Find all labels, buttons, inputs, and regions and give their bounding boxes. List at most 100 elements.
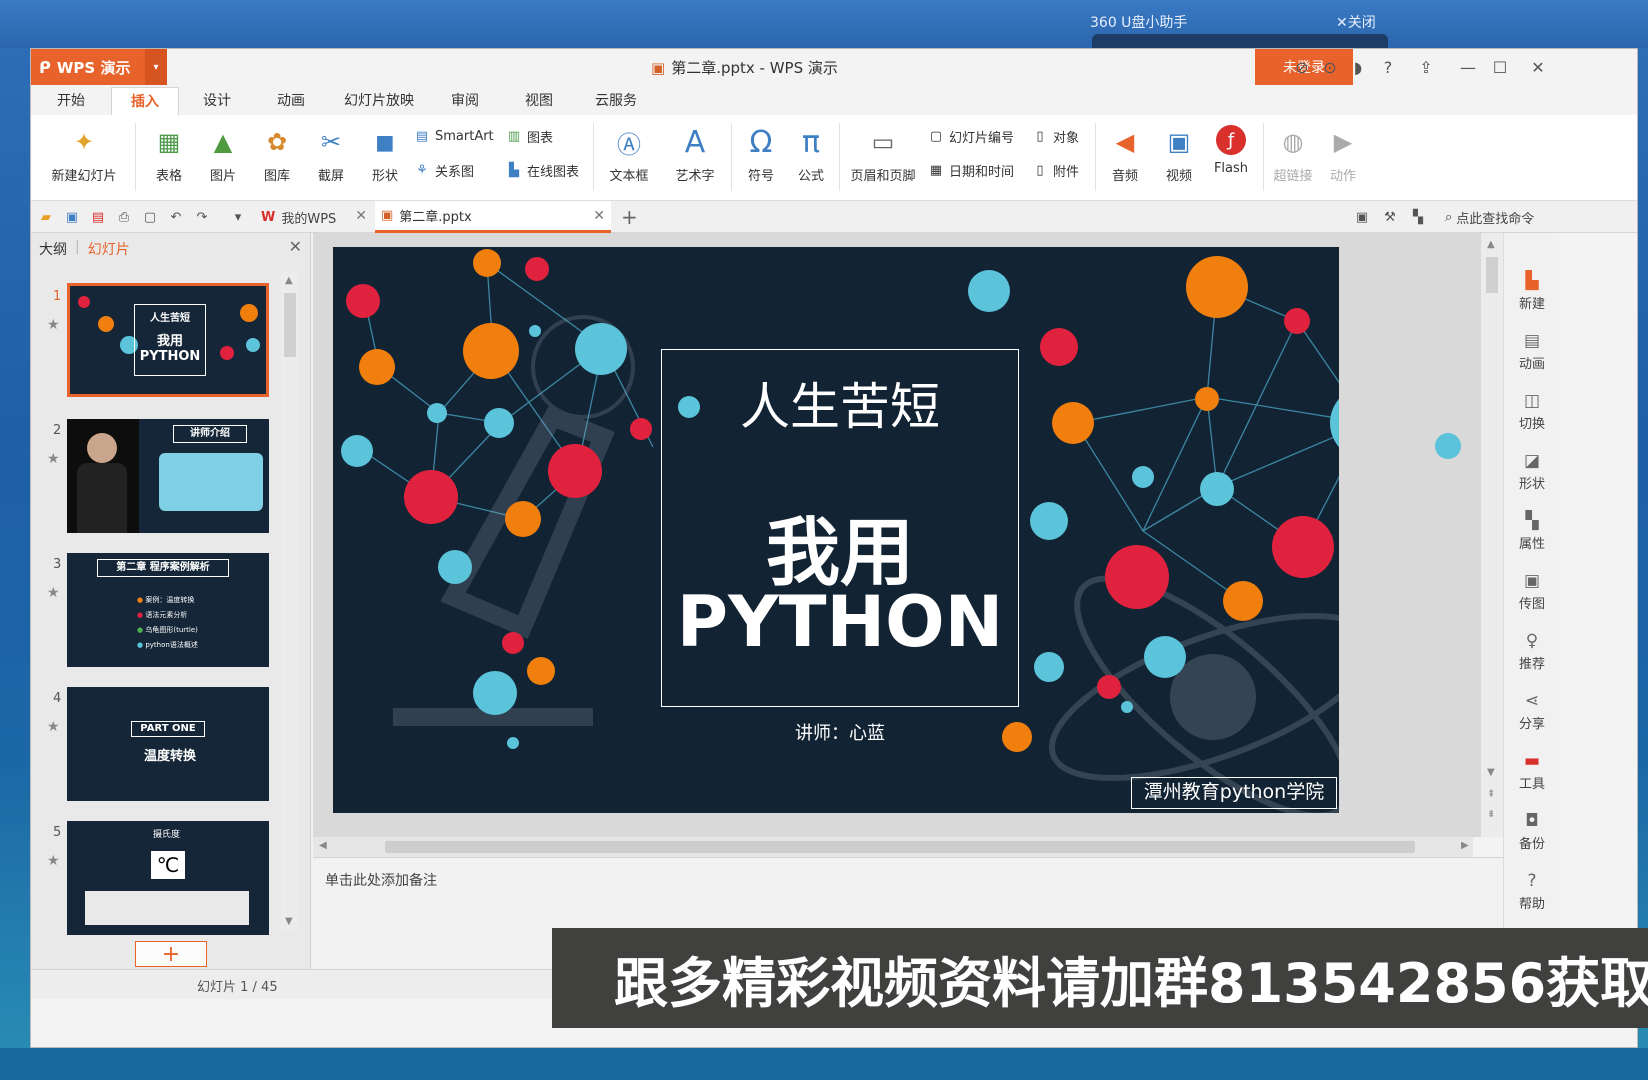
scroll-up-icon[interactable]: ▲ (1487, 239, 1495, 250)
tab-insert[interactable]: 插入 (111, 87, 179, 115)
maximize-button[interactable]: ☐ (1487, 55, 1513, 79)
gallery-button[interactable]: ✿ 图库 (251, 125, 303, 184)
tab-slides[interactable]: 幻灯片 (88, 239, 130, 259)
slide-thumb-2[interactable]: 讲师介绍 (67, 419, 269, 533)
scroll-down-icon[interactable]: ▼ (1487, 767, 1495, 778)
close-window-button[interactable]: ✕ (1525, 55, 1551, 79)
prev-slide-icon[interactable]: ⇞ (1487, 789, 1495, 800)
smartart-button[interactable]: ▤ SmartArt (413, 127, 494, 145)
screenshot-button[interactable]: ✂ 截屏 (305, 125, 357, 184)
tab-outline[interactable]: 大纲 (39, 239, 67, 259)
flash-button[interactable]: ƒ Flash (1203, 125, 1259, 176)
sidebar-animation[interactable]: ▤ 动画 (1504, 331, 1560, 372)
object-button[interactable]: ▯ 对象 (1031, 127, 1079, 146)
header-footer-button[interactable]: ▭ 页眉和页脚 (843, 125, 923, 184)
sidebar-transition[interactable]: ◫ 切换 (1504, 391, 1560, 432)
tab-review[interactable]: 审阅 (435, 87, 495, 115)
app-menu-button[interactable]: ᑭ WPS 演示 ▾ (31, 49, 167, 85)
sidebar-tools[interactable]: ▬ 工具 (1504, 751, 1560, 792)
slide-number-button[interactable]: ▢ 幻灯片编号 (927, 127, 1014, 146)
tab-view[interactable]: 视图 (509, 87, 569, 115)
tab-animation[interactable]: 动画 (261, 87, 321, 115)
open-folder-icon[interactable]: ▰ (37, 208, 55, 226)
audio-button[interactable]: ◀ 音频 (1099, 125, 1151, 184)
scroll-thumb[interactable] (284, 293, 296, 357)
tab-document[interactable]: ▣ 第二章.pptx ✕ (375, 201, 611, 233)
chevron-down-icon[interactable]: ▾ (229, 208, 247, 226)
sidebar-recommend[interactable]: ♀ 推荐 (1504, 631, 1560, 672)
scroll-thumb[interactable] (1486, 257, 1498, 293)
shape-button[interactable]: ◼ 形状 (359, 125, 411, 184)
minimize-button[interactable]: — (1455, 55, 1481, 79)
slide-thumb-5[interactable]: 摄氏度 ℃ (67, 821, 269, 935)
slide-lecturer[interactable]: 讲师：心蓝 (661, 719, 1019, 745)
save-icon[interactable]: ▣ (63, 208, 81, 226)
chart-button[interactable]: ▥ 图表 (505, 127, 553, 146)
feedback-icon[interactable]: ⊘ (1289, 55, 1315, 79)
wordart-button[interactable]: A 艺术字 (665, 125, 725, 185)
tab-mywps[interactable]: W 我的WPS ✕ (257, 201, 373, 233)
tools-icon[interactable]: ⚒ (1381, 208, 1399, 226)
panel-scrollbar[interactable]: ▲ ▼ (281, 271, 299, 931)
slide-thumb-4[interactable]: PART ONE 温度转换 (67, 687, 269, 801)
textbox-button[interactable]: Ⓐ 文本框 (599, 125, 659, 185)
usb-close-button[interactable]: ✕关闭 (1336, 12, 1376, 32)
tab-slideshow[interactable]: 幻灯片放映 (331, 87, 427, 115)
sidebar-properties[interactable]: ▚ 属性 (1504, 511, 1560, 552)
help-icon[interactable]: ? (1375, 55, 1401, 79)
undo-icon[interactable]: ↶ (167, 208, 185, 226)
canvas-horizontal-scrollbar[interactable]: ◀ ▶ (313, 837, 1473, 857)
video-button[interactable]: ▣ 视频 (1153, 125, 1205, 184)
add-slide-button[interactable]: + (135, 941, 207, 967)
tab-design[interactable]: 设计 (187, 87, 247, 115)
sidebar-share[interactable]: ⋖ 分享 (1504, 691, 1560, 732)
scroll-thumb[interactable] (385, 841, 1415, 853)
hyperlink-button[interactable]: ◍ 超链接 (1267, 125, 1319, 184)
usb-helper-label[interactable]: 360 U盘小助手 (1090, 12, 1187, 32)
sidebar-shape[interactable]: ◪ 形状 (1504, 451, 1560, 492)
action-button[interactable]: ▶ 动作 (1317, 125, 1369, 184)
scroll-up-icon[interactable]: ▲ (285, 275, 293, 286)
sidebar-help[interactable]: ? 帮助 (1504, 871, 1560, 912)
chevron-down-icon[interactable]: ▾ (145, 49, 167, 85)
canvas-vertical-scrollbar[interactable]: ▲ ▼ ⇞ ⇟ (1481, 233, 1503, 837)
scroll-right-icon[interactable]: ▶ (1461, 840, 1469, 851)
slide-thumb-1[interactable]: 人生苦短 我用 PYTHON (67, 283, 269, 397)
print-preview-icon[interactable]: ▢ (141, 208, 159, 226)
upload-icon[interactable]: ⇪ (1413, 55, 1439, 79)
tab-start[interactable]: 开始 (41, 87, 101, 115)
sidebar-upload-image[interactable]: ▣ 传图 (1504, 571, 1560, 612)
sidebar-backup[interactable]: ◘ 备份 (1504, 811, 1560, 852)
close-icon[interactable]: ✕ (289, 237, 302, 256)
scroll-left-icon[interactable]: ◀ (319, 840, 327, 851)
current-slide[interactable]: 人生苦短 我用 PYTHON 讲师：心蓝 潭州教育python学院 (333, 247, 1339, 813)
formula-button[interactable]: π 公式 (785, 125, 837, 185)
new-tab-button[interactable]: + (621, 205, 638, 229)
export-pdf-icon[interactable]: ▤ (89, 208, 107, 226)
attachment-button[interactable]: ▯ 附件 (1031, 161, 1079, 180)
picture-button[interactable]: ▲ 图片 (197, 125, 249, 184)
online-chart-button[interactable]: ▙ 在线图表 (505, 161, 579, 180)
close-icon[interactable]: ✕ (355, 208, 367, 224)
date-time-button[interactable]: ▦ 日期和时间 (927, 161, 1014, 180)
window-icon[interactable]: ▣ (1353, 208, 1371, 226)
slide-big-line2[interactable]: PYTHON (661, 581, 1019, 663)
next-slide-icon[interactable]: ⇟ (1487, 809, 1495, 820)
sidebar-new[interactable]: ▙ 新建 (1504, 271, 1560, 312)
redo-icon[interactable]: ↷ (193, 208, 211, 226)
table-button[interactable]: ▦ 表格 (143, 125, 195, 184)
slide-title[interactable]: 人生苦短 (661, 367, 1019, 439)
skin-switch-icon[interactable]: ◗ (1345, 55, 1371, 79)
command-search[interactable]: ⌕ 点此查找命令 (1445, 208, 1534, 227)
symbol-button[interactable]: Ω 符号 (735, 125, 787, 185)
print-icon[interactable]: ⎙ (115, 208, 133, 226)
notes-placeholder[interactable]: 单击此处添加备注 (325, 870, 437, 890)
slide-thumb-3[interactable]: 第二章 程序案例解析 ● 案例：温度转换 ● 语法元素分析 ● 乌龟图形(tur… (67, 553, 269, 667)
chat-icon[interactable]: ▚ (1409, 208, 1427, 226)
settings-icon[interactable]: ⊙ (1317, 55, 1343, 79)
close-icon[interactable]: ✕ (593, 208, 605, 224)
scroll-down-icon[interactable]: ▼ (285, 916, 293, 927)
relation-button[interactable]: ⚘ 关系图 (413, 161, 474, 180)
new-slide-button[interactable]: ✦ 新建幻灯片 (39, 125, 129, 184)
tab-cloud[interactable]: 云服务 (581, 87, 651, 115)
